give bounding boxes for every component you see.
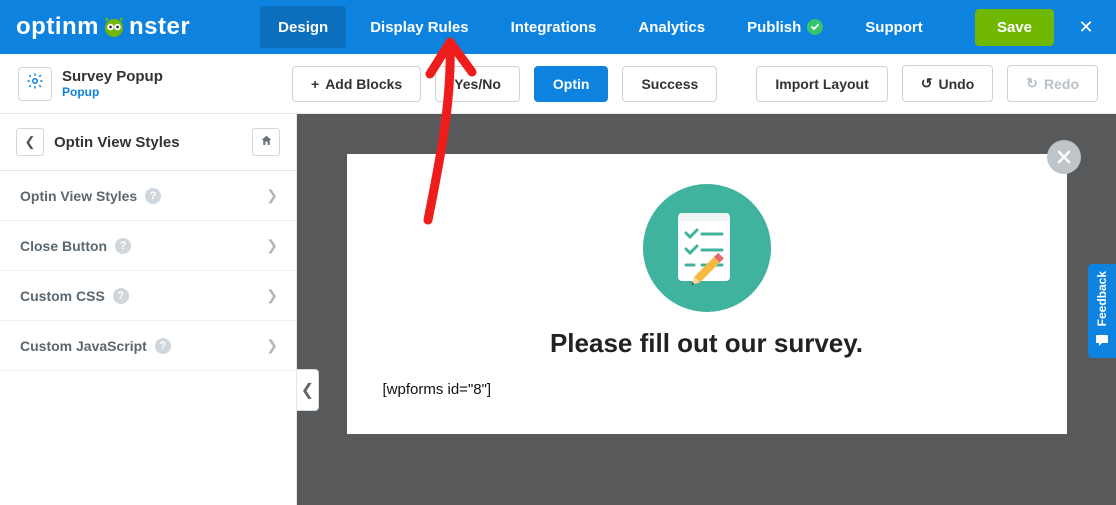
close-editor-button[interactable]: ✕ bbox=[1066, 7, 1106, 47]
sidebar-item-label: Custom CSS bbox=[20, 288, 105, 304]
brand-logo: optinm nster bbox=[16, 13, 190, 41]
tab-publish[interactable]: Publish bbox=[729, 6, 841, 48]
redo-icon: ↻ bbox=[1026, 75, 1038, 92]
chevron-right-icon: ❯ bbox=[266, 287, 278, 304]
campaign-info: Survey Popup Popup bbox=[18, 67, 278, 101]
add-blocks-label: Add Blocks bbox=[325, 76, 402, 92]
popup-close-button[interactable] bbox=[1047, 140, 1081, 174]
editor-toolbar: Survey Popup Popup + Add Blocks Yes/No O… bbox=[0, 54, 1116, 114]
save-button[interactable]: Save bbox=[975, 9, 1054, 46]
chevron-right-icon: ❯ bbox=[266, 237, 278, 254]
sidebar: ❮ Optin View Styles Optin View Styles? ❯… bbox=[0, 114, 297, 505]
campaign-settings-button[interactable] bbox=[18, 67, 52, 101]
tab-display-rules[interactable]: Display Rules bbox=[352, 6, 486, 48]
chevron-left-icon: ❮ bbox=[25, 134, 36, 150]
tab-support[interactable]: Support bbox=[847, 6, 941, 48]
checkmark-icon bbox=[807, 19, 823, 35]
chat-icon bbox=[1095, 333, 1109, 351]
sidebar-header: ❮ Optin View Styles bbox=[0, 114, 296, 171]
sidebar-heading: Optin View Styles bbox=[54, 134, 242, 151]
tab-analytics[interactable]: Analytics bbox=[620, 6, 723, 48]
redo-button[interactable]: ↻ Redo bbox=[1007, 65, 1098, 102]
sidebar-item-close-button[interactable]: Close Button? ❯ bbox=[0, 221, 296, 271]
campaign-name: Survey Popup bbox=[62, 68, 163, 85]
sidebar-item-custom-css[interactable]: Custom CSS? ❯ bbox=[0, 271, 296, 321]
help-icon: ? bbox=[113, 288, 129, 304]
undo-icon: ↺ bbox=[921, 75, 933, 92]
monster-icon bbox=[101, 16, 127, 38]
undo-label: Undo bbox=[939, 76, 975, 92]
view-yesno-button[interactable]: Yes/No bbox=[435, 66, 520, 102]
help-icon: ? bbox=[115, 238, 131, 254]
home-icon bbox=[260, 134, 273, 150]
feedback-label: Feedback bbox=[1095, 271, 1109, 326]
add-blocks-button[interactable]: + Add Blocks bbox=[292, 66, 421, 102]
close-icon: ✕ bbox=[1078, 17, 1093, 38]
top-nav-tabs: Design Display Rules Integrations Analyt… bbox=[260, 6, 975, 48]
sidebar-back-button[interactable]: ❮ bbox=[16, 128, 44, 156]
campaign-titles: Survey Popup Popup bbox=[62, 68, 163, 99]
gear-icon bbox=[26, 72, 44, 95]
tab-integrations[interactable]: Integrations bbox=[493, 6, 615, 48]
sidebar-item-custom-javascript[interactable]: Custom JavaScript? ❯ bbox=[0, 321, 296, 371]
canvas: ❮ bbox=[297, 114, 1116, 505]
sidebar-item-label: Close Button bbox=[20, 238, 107, 254]
sidebar-item-optin-view-styles[interactable]: Optin View Styles? ❯ bbox=[0, 171, 296, 221]
main-area: ❮ Optin View Styles Optin View Styles? ❯… bbox=[0, 114, 1116, 505]
survey-icon bbox=[643, 184, 771, 312]
close-icon bbox=[1056, 149, 1072, 165]
popup-content: Please fill out our survey. [wpforms id=… bbox=[383, 184, 1031, 398]
help-icon: ? bbox=[145, 188, 161, 204]
popup-heading: Please fill out our survey. bbox=[550, 328, 863, 359]
popup-shortcode-text: [wpforms id="8"] bbox=[383, 381, 492, 398]
popup-preview: Please fill out our survey. [wpforms id=… bbox=[347, 154, 1067, 434]
brand-text-post: nster bbox=[129, 13, 190, 41]
chevron-right-icon: ❯ bbox=[266, 337, 278, 354]
top-nav-bar: optinm nster Design Display Rules Integr… bbox=[0, 0, 1116, 54]
feedback-tab[interactable]: Feedback bbox=[1088, 264, 1116, 358]
tab-publish-label: Publish bbox=[747, 19, 801, 36]
collapse-sidebar-button[interactable]: ❮ bbox=[297, 369, 319, 411]
import-layout-button[interactable]: Import Layout bbox=[756, 66, 887, 102]
plus-icon: + bbox=[311, 76, 319, 92]
sidebar-item-label: Optin View Styles bbox=[20, 188, 137, 204]
view-optin-button[interactable]: Optin bbox=[534, 66, 609, 102]
chevron-right-icon: ❯ bbox=[266, 187, 278, 204]
sidebar-item-label: Custom JavaScript bbox=[20, 338, 147, 354]
tab-design[interactable]: Design bbox=[260, 6, 346, 48]
sidebar-home-button[interactable] bbox=[252, 128, 280, 156]
help-icon: ? bbox=[155, 338, 171, 354]
view-success-button[interactable]: Success bbox=[622, 66, 717, 102]
campaign-type: Popup bbox=[62, 85, 163, 99]
chevron-left-icon: ❮ bbox=[301, 380, 314, 400]
redo-label: Redo bbox=[1044, 76, 1079, 92]
brand-text-pre: optinm bbox=[16, 13, 99, 41]
undo-button[interactable]: ↺ Undo bbox=[902, 65, 994, 102]
